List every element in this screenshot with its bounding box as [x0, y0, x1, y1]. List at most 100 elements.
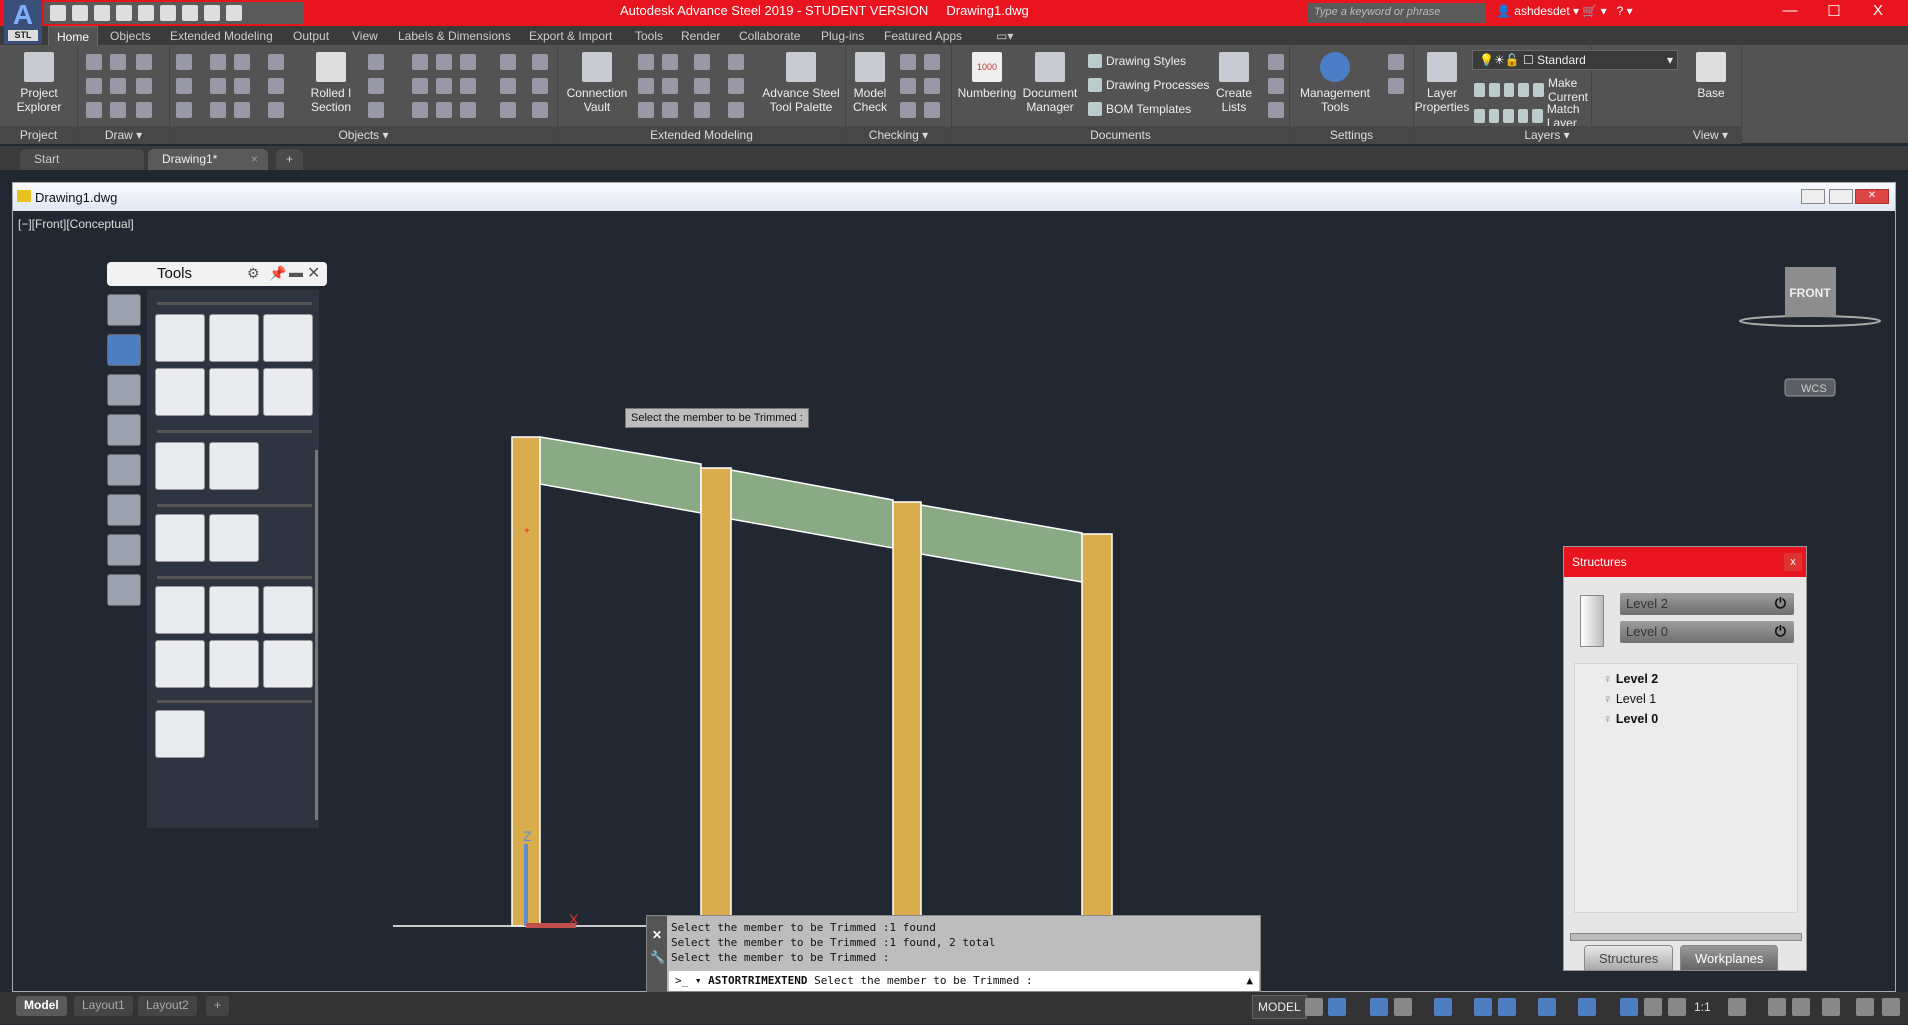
divider — [157, 302, 312, 305]
beam[interactable] — [539, 436, 702, 514]
bottom-level-selector[interactable]: Level 0 ⏻ — [1620, 621, 1794, 643]
viewcube-face-label: FRONT — [1789, 286, 1831, 300]
object-snap-icon[interactable] — [1498, 998, 1516, 1016]
tools-scrollbar[interactable] — [315, 450, 318, 820]
application-menu-button[interactable]: A STL — [4, 0, 42, 44]
beam[interactable] — [730, 469, 894, 549]
tool-structure-icon[interactable] — [155, 710, 205, 758]
column[interactable] — [1081, 533, 1113, 927]
auto-scale-icon[interactable] — [1644, 998, 1662, 1016]
tool-extend-icon[interactable] — [263, 314, 313, 362]
category-selection-icon[interactable] — [107, 454, 141, 486]
annotation-scale[interactable]: 1:1 — [1694, 1000, 1711, 1014]
history-toggle-icon[interactable]: ▲ — [1246, 974, 1253, 987]
power-icon[interactable]: ⏻ — [1775, 623, 1786, 640]
tool-ucs-icon[interactable] — [155, 514, 205, 562]
app-sub-label: STL — [8, 30, 38, 41]
plus-icon[interactable] — [1768, 998, 1786, 1016]
tree-item-level-1[interactable]: ♀ Level 1 — [1603, 692, 1656, 706]
category-user-icon[interactable] — [107, 374, 141, 406]
category-dimension-icon[interactable] — [107, 414, 141, 446]
command-line-handle[interactable]: ✕ 🔧 — [647, 916, 667, 993]
snap-icon[interactable] — [1328, 998, 1346, 1016]
viewcube-compass[interactable] — [1739, 315, 1881, 327]
column[interactable] — [700, 467, 732, 927]
tab-structures[interactable]: Structures — [1584, 945, 1674, 971]
divider — [157, 700, 312, 703]
command-input[interactable]: >_ ▾ ASTORTRIMEXTEND Select the member t… — [669, 971, 1259, 991]
layout-tab-layout1[interactable]: Layout1 — [74, 996, 133, 1016]
tool-trim-extend-icon[interactable] — [263, 368, 313, 416]
top-level-selector[interactable]: Level 2 ⏻ — [1620, 593, 1794, 615]
grid-icon[interactable] — [1305, 998, 1323, 1016]
ucs-z-axis — [524, 844, 528, 926]
layout-tab-model[interactable]: Model — [16, 996, 67, 1016]
tools-palette-body — [147, 290, 319, 828]
gear-icon[interactable]: ⚙ — [247, 265, 260, 282]
label: Level 0 — [1626, 624, 1668, 639]
close-icon[interactable]: ✕ — [652, 928, 662, 942]
tool-plane-icon[interactable] — [209, 640, 259, 688]
lightbulb-icon: ♀ — [1603, 692, 1613, 706]
gear-icon[interactable] — [1728, 998, 1746, 1016]
wcs-label: WCS — [1801, 383, 1827, 395]
close-icon[interactable]: ✕ — [307, 263, 320, 283]
tool-ucs-2-icon[interactable] — [209, 514, 259, 562]
pin-icon[interactable]: 📌 — [269, 265, 286, 282]
customize-menu-icon[interactable] — [1882, 998, 1900, 1016]
cursor-marker-icon: + — [524, 526, 530, 537]
model-space-toggle[interactable]: MODEL — [1252, 995, 1307, 1019]
label: Level 0 — [1615, 712, 1659, 726]
wrench-icon[interactable]: 🔧 — [650, 950, 665, 964]
fullscreen-icon[interactable] — [1856, 998, 1874, 1016]
tool-properties-icon[interactable] — [155, 586, 205, 634]
history-line: Select the member to be Trimmed :1 found — [671, 921, 936, 934]
tab-workplanes[interactable]: Workplanes — [1680, 945, 1779, 971]
minimize-icon[interactable]: ▬ — [289, 264, 303, 280]
dynamic-ucs-icon[interactable] — [1578, 998, 1596, 1016]
category-selection-2-icon[interactable] — [107, 494, 141, 526]
isolate-objects-icon[interactable] — [1792, 998, 1810, 1016]
label: Level 2 — [1615, 672, 1659, 686]
category-tools-icon[interactable] — [107, 334, 141, 366]
tool-camera-icon[interactable] — [155, 442, 205, 490]
lightbulb-icon: ♀ — [1603, 672, 1613, 686]
object-snap-tracking-icon[interactable] — [1474, 998, 1492, 1016]
category-plate-icon[interactable] — [107, 574, 141, 606]
add-layout-button[interactable]: + — [206, 996, 230, 1016]
annotation-visibility-icon[interactable] — [1620, 998, 1638, 1016]
tool-camera-2-icon[interactable] — [209, 442, 259, 490]
tool-beam-split-icon[interactable] — [155, 314, 205, 362]
category-profile-icon[interactable] — [107, 534, 141, 566]
history-line: Select the member to be Trimmed :1 found… — [671, 936, 996, 949]
isodraft-icon[interactable] — [1434, 998, 1452, 1016]
command-prompt: Select the member to be Trimmed : — [814, 974, 1033, 987]
layout-tab-layout2[interactable]: Layout2 — [138, 996, 197, 1016]
tool-grid-icon[interactable] — [209, 586, 259, 634]
tree-item-level-2[interactable]: ♀ Level 2 — [1603, 672, 1658, 686]
polar-icon[interactable] — [1394, 998, 1412, 1016]
tools-palette-header[interactable]: Tools ⚙ 📌 ▬ ✕ — [107, 262, 327, 286]
hardware-acceleration-icon[interactable] — [1822, 998, 1840, 1016]
structures-close-button[interactable]: x — [1784, 553, 1802, 571]
tool-connect-icon[interactable] — [155, 640, 205, 688]
beam[interactable] — [920, 504, 1083, 583]
ucs-z-label: Z — [523, 828, 532, 844]
command-history: Select the member to be Trimmed :1 found… — [671, 920, 996, 965]
levels-tree: ♀ Level 2 ♀ Level 1 ♀ Level 0 — [1574, 663, 1798, 913]
tool-delete-cut-icon[interactable] — [209, 368, 259, 416]
category-pencil-icon[interactable] — [107, 294, 141, 326]
power-icon[interactable]: ⏻ — [1775, 595, 1786, 612]
tool-distance-icon[interactable] — [263, 586, 313, 634]
ortho-icon[interactable] — [1370, 998, 1388, 1016]
tool-beam-merge-icon[interactable] — [209, 314, 259, 362]
3d-object-snap-icon[interactable] — [1538, 998, 1556, 1016]
column[interactable] — [892, 501, 922, 927]
tool-trim-icon[interactable] — [155, 368, 205, 416]
command-line: ✕ 🔧 Select the member to be Trimmed :1 fo… — [646, 915, 1261, 993]
command-prompt-icon[interactable]: >_ ▾ — [675, 974, 702, 987]
tool-bent-icon[interactable] — [263, 640, 313, 688]
tree-item-level-0[interactable]: ♀ Level 0 — [1603, 712, 1658, 726]
splitter-handle[interactable] — [1570, 933, 1802, 941]
annotation-scale-icon[interactable] — [1668, 998, 1686, 1016]
